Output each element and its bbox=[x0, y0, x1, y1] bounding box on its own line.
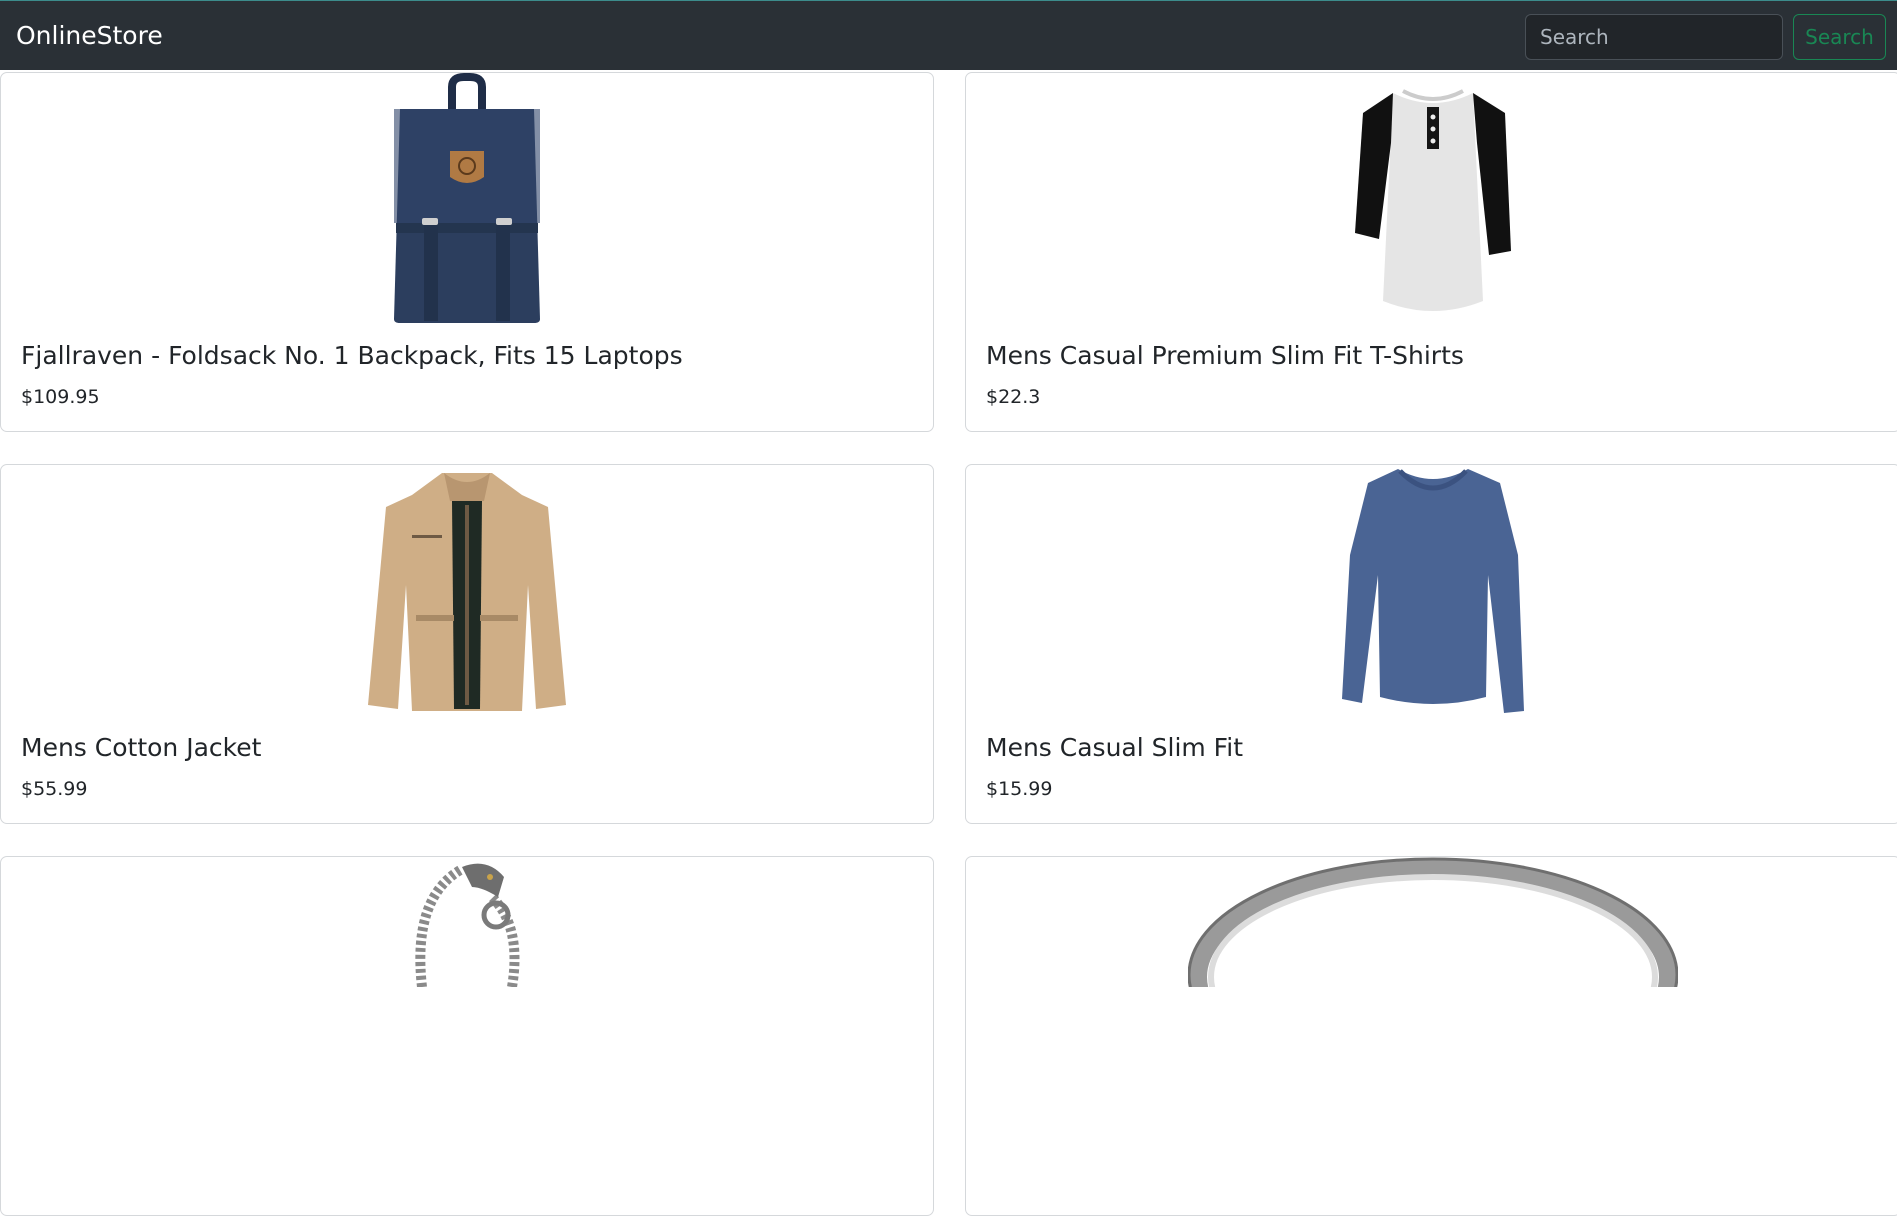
product-image-raglan-tshirt bbox=[966, 73, 1897, 325]
product-title[interactable]: Mens Casual Slim Fit bbox=[986, 733, 1243, 762]
product-price: $15.99 bbox=[986, 778, 1053, 800]
product-card[interactable]: Fjallraven - Foldsack No. 1 Backpack, Fi… bbox=[0, 72, 934, 432]
product-card[interactable]: Mens Casual Slim Fit $15.99 bbox=[965, 464, 1897, 824]
jacket-image bbox=[368, 473, 566, 711]
search-button[interactable]: Search bbox=[1793, 14, 1886, 60]
product-card[interactable]: Mens Cotton Jacket $55.99 bbox=[0, 464, 934, 824]
silver-ring-image bbox=[1188, 857, 1678, 987]
product-price: $55.99 bbox=[21, 778, 88, 800]
product-price: $109.95 bbox=[21, 386, 100, 408]
navbar: OnlineStore Search bbox=[0, 0, 1897, 70]
backpack-image bbox=[394, 73, 540, 323]
product-image-chain-bracelet bbox=[1, 857, 933, 1109]
brand-link[interactable]: OnlineStore bbox=[16, 21, 163, 50]
product-image-backpack bbox=[1, 73, 933, 325]
product-title[interactable]: Mens Casual Premium Slim Fit T-Shirts bbox=[986, 341, 1464, 370]
chain-bracelet-image bbox=[415, 863, 520, 987]
raglan-tshirt-image bbox=[1355, 89, 1511, 311]
product-image-jacket bbox=[1, 465, 933, 717]
product-card[interactable] bbox=[965, 856, 1897, 1216]
search-input[interactable] bbox=[1525, 14, 1783, 60]
product-card[interactable]: Mens Casual Premium Slim Fit T-Shirts $2… bbox=[965, 72, 1897, 432]
product-price: $22.3 bbox=[986, 386, 1041, 408]
longsleeve-shirt-image bbox=[1342, 469, 1524, 713]
product-image-silver-ring bbox=[966, 857, 1897, 1109]
product-image-longsleeve-shirt bbox=[966, 465, 1897, 717]
product-card[interactable] bbox=[0, 856, 934, 1216]
product-title[interactable]: Mens Cotton Jacket bbox=[21, 733, 261, 762]
product-title[interactable]: Fjallraven - Foldsack No. 1 Backpack, Fi… bbox=[21, 341, 683, 370]
